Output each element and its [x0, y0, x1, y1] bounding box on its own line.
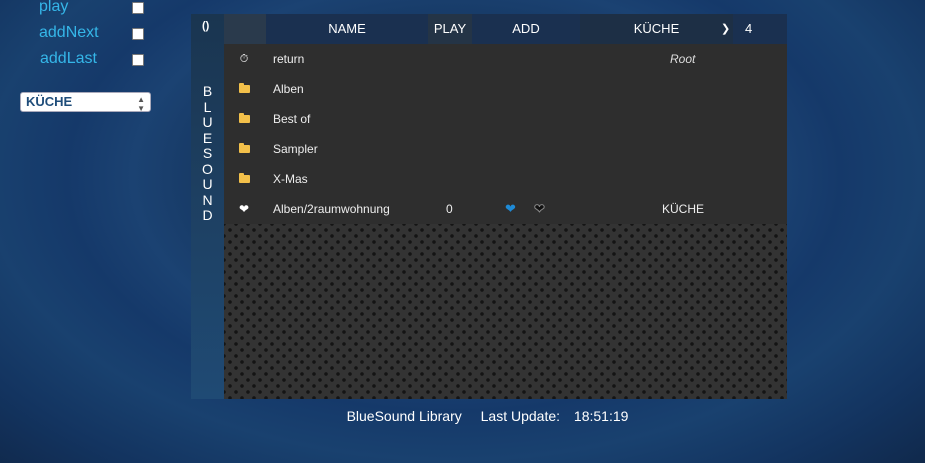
favorite-remove-heart-icon[interactable]: ❤ — [534, 201, 546, 217]
list-item[interactable]: Alben — [224, 74, 787, 104]
folder-icon — [238, 173, 250, 185]
header-room-select[interactable]: KÜCHE — [580, 14, 733, 44]
list-item[interactable]: Best of — [224, 104, 787, 134]
item-name[interactable]: return — [273, 52, 304, 66]
header-count: 4 — [733, 14, 787, 44]
title-letter: D — [202, 207, 213, 223]
option-play-label: play — [39, 0, 69, 15]
table-header: NAME PLAY ADD KÜCHE ❯ 4 — [224, 14, 787, 44]
empty-area — [224, 224, 787, 399]
list-item[interactable]: Sampler — [224, 134, 787, 164]
item-name[interactable]: Sampler — [273, 142, 318, 156]
favorite-name[interactable]: Alben/2raumwohnung — [273, 202, 390, 216]
favorite-row[interactable]: ❤ Alben/2raumwohnung 0 ❤ ❤ KÜCHE — [224, 194, 787, 224]
header-name[interactable]: NAME — [266, 14, 428, 44]
folder-icon — [238, 143, 250, 155]
favorite-room: KÜCHE — [662, 202, 705, 216]
title-letter: B — [202, 83, 213, 99]
chevron-down-icon[interactable]: ❯ — [721, 22, 730, 35]
vertical-title: B L U E S O U N D — [191, 83, 224, 224]
option-addnext-label: addNext — [39, 24, 99, 41]
title-letter: O — [202, 160, 213, 177]
header-icon-column — [224, 14, 266, 44]
title-letter: U — [202, 114, 213, 130]
item-name[interactable]: Best of — [273, 112, 310, 126]
favorite-add-heart-icon[interactable]: ❤ — [505, 201, 516, 217]
title-letter: E — [202, 129, 213, 146]
option-addlast-label: addLast — [40, 50, 97, 67]
root-label: Root — [670, 52, 696, 66]
select-arrows-icon: ▲ ▼ — [137, 95, 145, 113]
last-update-time: 18:51:19 — [573, 408, 629, 424]
refresh-icon[interactable]: () — [202, 20, 209, 32]
return-icon: ⏱ — [239, 53, 249, 65]
library-label: BlueSound Library — [346, 408, 462, 424]
item-name[interactable]: Alben — [273, 82, 304, 96]
heart-icon: ❤ — [238, 202, 250, 216]
title-letter: L — [203, 98, 212, 115]
favorite-count: 0 — [446, 202, 453, 216]
title-letter: S — [202, 145, 213, 161]
list-item[interactable]: X-Mas — [224, 164, 787, 194]
header-add[interactable]: ADD — [472, 14, 580, 44]
room-select[interactable]: KÜCHE ▲ ▼ — [20, 92, 151, 113]
library-panel: NAME PLAY ADD KÜCHE ❯ 4 ⏱ return Root Al… — [224, 14, 787, 399]
option-addlast-checkbox[interactable] — [132, 54, 144, 66]
folder-icon — [238, 113, 250, 125]
option-addnext-checkbox[interactable] — [132, 28, 144, 40]
list-item[interactable]: ⏱ return Root — [224, 44, 787, 74]
folder-icon — [238, 83, 250, 95]
sidebar: () B L U E S O U N D — [191, 14, 224, 399]
status-footer: BlueSound Library Last Update: 18:51:19 — [0, 408, 925, 424]
title-letter: N — [202, 191, 213, 208]
room-select-value: KÜCHE — [26, 94, 73, 109]
title-letter: U — [202, 176, 213, 192]
last-update-label: Last Update: — [480, 408, 561, 424]
option-play-checkbox[interactable] — [132, 2, 144, 14]
header-play[interactable]: PLAY — [428, 14, 472, 44]
item-name[interactable]: X-Mas — [273, 172, 308, 186]
